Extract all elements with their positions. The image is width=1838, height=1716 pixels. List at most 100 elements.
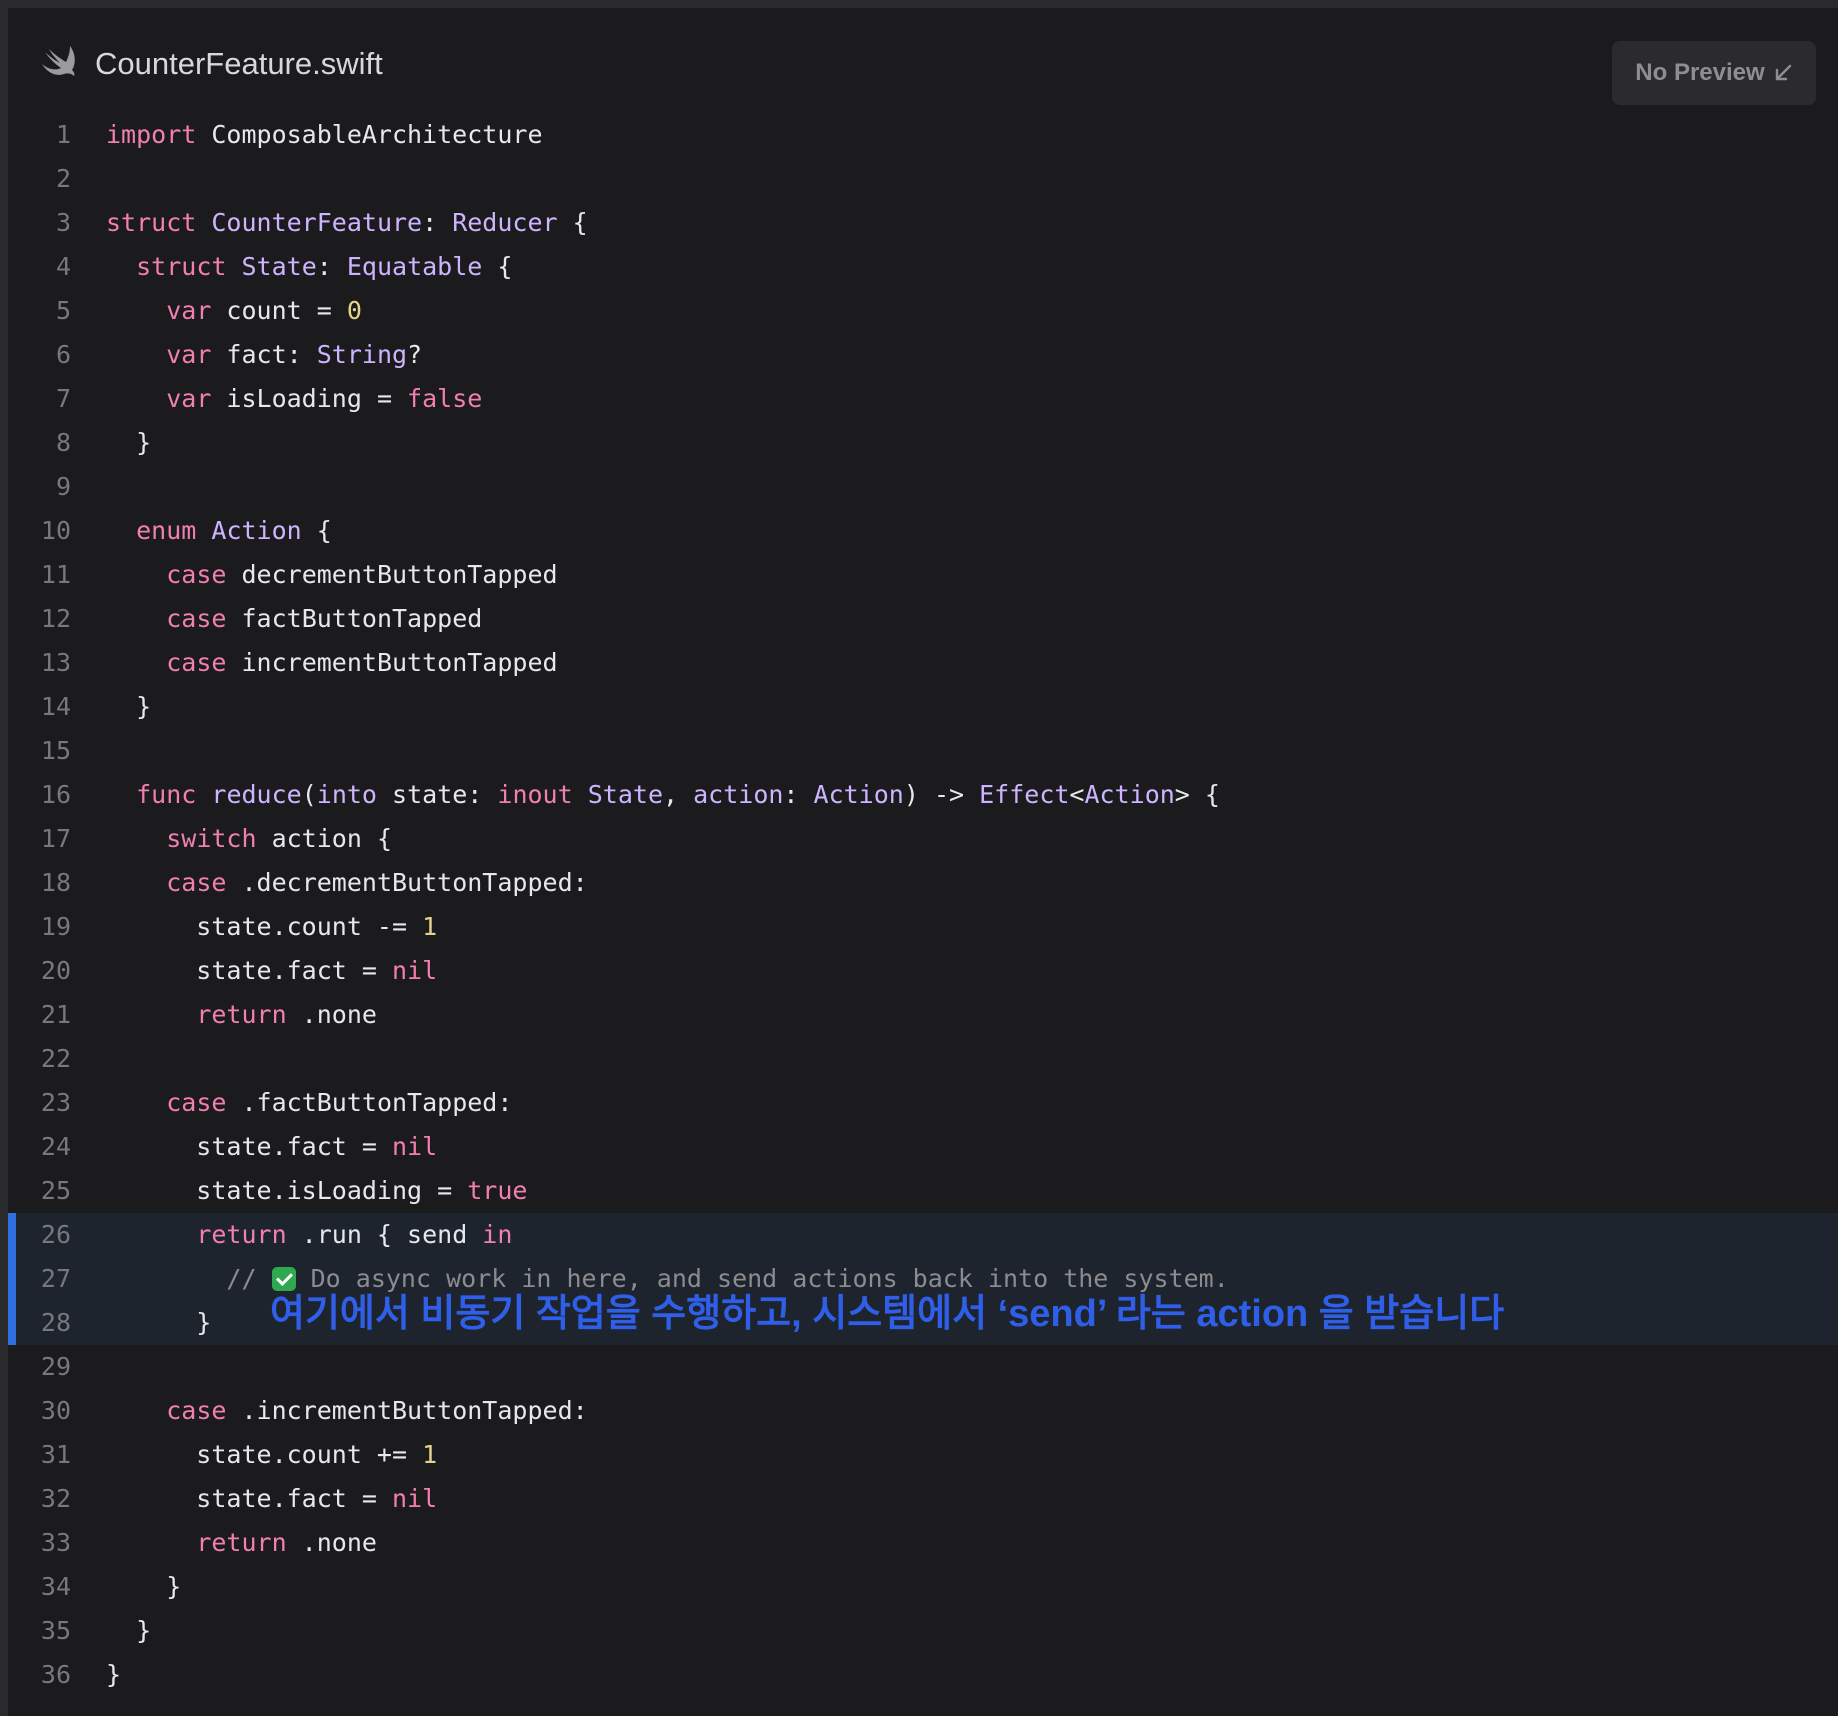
line-number: 3 <box>55 208 71 237</box>
line-number: 20 <box>40 956 71 985</box>
code-line[interactable]: 14 } <box>8 685 1838 729</box>
line-source: } <box>106 692 152 721</box>
line-source: import ComposableArchitecture <box>106 120 543 149</box>
line-number: 2 <box>55 164 71 193</box>
code-line[interactable]: 36} <box>8 1653 1838 1697</box>
line-source: return .run { send in <box>196 1220 513 1249</box>
line-source: state.fact = nil <box>106 1484 438 1513</box>
line-number: 17 <box>40 824 71 853</box>
line-number: 15 <box>40 736 71 765</box>
line-source: var fact: String? <box>166 340 423 369</box>
code-line[interactable]: 31 state.count += 1 <box>8 1433 1838 1477</box>
line-source: return .none <box>196 1528 377 1557</box>
editor-header: CounterFeature.swift No Preview <box>8 8 1838 123</box>
line-source: return .none <box>196 1000 377 1029</box>
code-area[interactable]: 1 import ComposableArchitecture 2 3 struct C… <box>8 113 1838 1697</box>
line-source: struct CounterFeature: Reducer { <box>106 208 588 237</box>
line-source: state.isLoading = true <box>106 1176 528 1205</box>
line-number: 24 <box>40 1132 71 1161</box>
code-line[interactable]: 6 var fact: String? <box>8 333 1838 377</box>
line-number: 32 <box>40 1484 71 1513</box>
line-number: 16 <box>40 780 71 809</box>
no-preview-label: No Preview <box>1635 59 1765 86</box>
line-source: } <box>106 1660 122 1689</box>
swift-logo-icon <box>42 46 75 76</box>
code-line[interactable]: 32 state.fact = nil <box>8 1477 1838 1521</box>
line-number: 1 <box>55 120 71 149</box>
line-number: 12 <box>40 604 71 633</box>
code-line[interactable]: 29 <box>8 1345 1838 1389</box>
line-number: 27 <box>40 1264 71 1293</box>
code-line[interactable]: 25 state.isLoading = true <box>8 1169 1838 1213</box>
code-line[interactable]: 23 case .factButtonTapped: <box>8 1081 1838 1125</box>
file-name: CounterFeature.swift <box>95 46 383 81</box>
line-number: 18 <box>40 868 71 897</box>
code-line[interactable]: 19 state.count -= 1 <box>8 905 1838 949</box>
line-number: 33 <box>40 1528 71 1557</box>
no-preview-button[interactable]: No Preview <box>1612 41 1816 105</box>
line-source: } <box>106 1572 182 1601</box>
line-source: state.fact = nil <box>106 1132 438 1161</box>
line-number: 6 <box>55 340 71 369</box>
code-line[interactable]: 8 } <box>8 421 1838 465</box>
line-number: 8 <box>55 428 71 457</box>
line-number: 9 <box>55 472 71 501</box>
line-source: var isLoading = false <box>166 384 483 413</box>
line-source: state.count += 1 <box>106 1440 438 1469</box>
checkmark-icon <box>271 1267 296 1291</box>
line-source: case .factButtonTapped: <box>166 1088 513 1117</box>
line-source: var count = 0 <box>166 296 362 325</box>
line-source: } <box>106 1616 152 1645</box>
line-source: state.count -= 1 <box>106 912 438 941</box>
line-number: 26 <box>40 1220 71 1249</box>
code-line[interactable]: 10 enum Action { <box>8 509 1838 553</box>
line-number: 19 <box>40 912 71 941</box>
line-number: 23 <box>40 1088 71 1117</box>
annotation-text: 여기에서 비동기 작업을 수행하고, 시스템에서 ‘send’ 라는 actio… <box>270 1293 1505 1335</box>
line-number: 4 <box>55 252 71 281</box>
code-line[interactable]: 4 struct State: Equatable { <box>8 245 1838 289</box>
line-source: case decrementButtonTapped <box>166 560 558 589</box>
code-line[interactable]: 21 return .none <box>8 993 1838 1037</box>
code-line[interactable]: 3 struct CounterFeature: Reducer { <box>8 201 1838 245</box>
code-line[interactable]: 35 } <box>8 1609 1838 1653</box>
line-source: case .decrementButtonTapped: <box>166 868 588 897</box>
line-number: 31 <box>40 1440 71 1469</box>
code-line[interactable]: 12 case factButtonTapped <box>8 597 1838 641</box>
code-line[interactable]: 33 return .none <box>8 1521 1838 1565</box>
line-number: 11 <box>40 560 71 589</box>
line-number: 29 <box>40 1352 71 1381</box>
code-line[interactable]: 16 func reduce(into state: inout State, … <box>8 773 1838 817</box>
line-number: 28 <box>40 1308 71 1337</box>
line-source: case .incrementButtonTapped: <box>166 1396 588 1425</box>
code-line[interactable]: 1 import ComposableArchitecture <box>8 113 1838 157</box>
line-source: enum Action { <box>136 516 332 545</box>
line-number: 21 <box>40 1000 71 1029</box>
code-line[interactable]: 5 var count = 0 <box>8 289 1838 333</box>
line-number: 30 <box>40 1396 71 1425</box>
line-source: func reduce(into state: inout State, act… <box>136 780 1220 809</box>
code-line[interactable]: 9 <box>8 465 1838 509</box>
code-line[interactable]: 22 <box>8 1037 1838 1081</box>
line-number: 25 <box>40 1176 71 1205</box>
code-line[interactable]: 11 case decrementButtonTapped <box>8 553 1838 597</box>
code-line[interactable]: 2 <box>8 157 1838 201</box>
code-line[interactable]: 17 switch action { <box>8 817 1838 861</box>
code-line[interactable]: 7 var isLoading = false <box>8 377 1838 421</box>
line-source: case incrementButtonTapped <box>166 648 558 677</box>
code-line[interactable]: 24 state.fact = nil <box>8 1125 1838 1169</box>
line-number: 7 <box>55 384 71 413</box>
code-line[interactable]: 15 <box>8 729 1838 773</box>
line-source: } <box>106 1308 212 1337</box>
code-line[interactable]: 20 state.fact = nil <box>8 949 1838 993</box>
code-editor: CounterFeature.swift No Preview 1 import … <box>8 8 1838 1716</box>
line-number: 10 <box>40 516 71 545</box>
code-line[interactable]: 30 case .incrementButtonTapped: <box>8 1389 1838 1433</box>
line-source: } <box>106 428 152 457</box>
code-line[interactable]: 18 case .decrementButtonTapped: <box>8 861 1838 905</box>
code-line[interactable]: 13 case incrementButtonTapped <box>8 641 1838 685</box>
code-line[interactable]: 26 return .run { send in <box>8 1213 1838 1257</box>
code-line[interactable]: 34 } <box>8 1565 1838 1609</box>
line-number: 34 <box>40 1572 71 1601</box>
line-number: 35 <box>40 1616 71 1645</box>
